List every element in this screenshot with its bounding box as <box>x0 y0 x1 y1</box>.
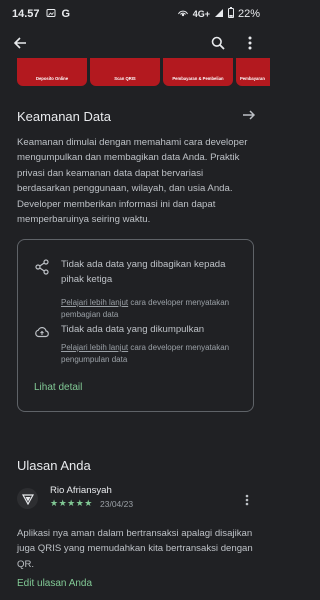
battery-icon <box>227 7 234 21</box>
google-g-icon: G <box>61 8 71 20</box>
learn-more-link[interactable]: Pelajari lebih lanjut <box>61 343 128 352</box>
review-more-icon[interactable] <box>242 492 252 508</box>
battery-level: 22% <box>237 8 260 20</box>
avatar <box>17 488 38 509</box>
review-date: 23/04/23 <box>100 499 134 509</box>
cloud-upload-icon <box>34 324 50 340</box>
data-sharing-title: Tidak ada data yang dibagikan kepada pih… <box>61 259 226 285</box>
screenshot-thumbnail[interactable]: Pembayaran & Pembelian <box>163 58 233 86</box>
data-collection-title: Tidak ada data yang dikumpulkan <box>61 324 205 335</box>
signal-icon <box>214 8 224 21</box>
gallery-notification-icon <box>46 8 56 21</box>
data-sharing-subtext: Pelajari lebih lanjut cara developer men… <box>61 297 249 320</box>
hotspot-icon <box>177 8 189 21</box>
data-safety-card: Tidak ada data yang dibagikan kepada pih… <box>17 239 254 412</box>
data-safety-header[interactable]: Keamanan Data <box>17 106 257 126</box>
see-details-link[interactable]: Lihat detail <box>34 382 82 393</box>
learn-more-link[interactable]: Pelajari lebih lanjut <box>61 298 128 307</box>
status-bar: 14.57 G 4G+ 22% <box>0 0 270 28</box>
review-text: Aplikasi nya aman dalam bertransaksi apa… <box>17 528 253 570</box>
your-review-title: Ulasan Anda <box>17 457 91 473</box>
more-vert-icon[interactable] <box>242 33 258 53</box>
data-safety-description: Keamanan dimulai dengan memahami cara de… <box>17 137 248 226</box>
star-rating: ★★★★★ <box>50 498 93 508</box>
your-review-header: Ulasan Anda <box>17 455 257 475</box>
screenshot-carousel[interactable]: Deposito Online Scan QRIS Pembayaran & P… <box>0 58 270 88</box>
screenshot-caption: Pembayaran & Pembelian <box>172 76 224 81</box>
data-collection-subtext: Pelajari lebih lanjut cara developer men… <box>61 342 249 365</box>
screenshot-thumbnail[interactable]: Pembayaran <box>236 58 270 86</box>
review-item: Rio Afriansyah ★★★★★ 23/04/23 <box>17 485 257 525</box>
reviewer-name: Rio Afriansyah <box>50 485 112 496</box>
screenshot-caption: Pembayaran <box>240 76 265 81</box>
screenshot-caption: Scan QRIS <box>114 76 136 81</box>
back-arrow-icon[interactable] <box>10 33 30 53</box>
share-icon <box>34 259 50 275</box>
search-icon[interactable] <box>208 33 228 53</box>
data-safety-title: Keamanan Data <box>17 108 111 124</box>
screenshot-thumbnail[interactable]: Deposito Online <box>17 58 87 86</box>
arrow-forward-icon[interactable] <box>241 107 257 123</box>
network-type: 4G+ <box>192 9 210 19</box>
edit-review-link[interactable]: Edit ulasan Anda <box>17 578 92 589</box>
screenshot-thumbnail[interactable]: Scan QRIS <box>90 58 160 86</box>
app-bar <box>0 28 270 58</box>
screenshot-caption: Deposito Online <box>35 76 69 81</box>
status-time: 14.57 <box>12 8 40 20</box>
